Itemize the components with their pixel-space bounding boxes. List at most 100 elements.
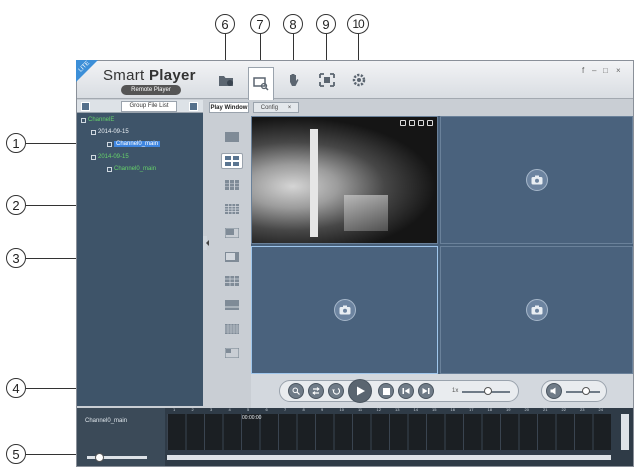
playback-button-group: 1x <box>279 379 519 403</box>
close-button[interactable]: × <box>616 66 621 75</box>
tree-node-channel-selected[interactable]: Channel0_main <box>107 141 161 147</box>
timeline-track[interactable] <box>167 414 611 450</box>
layout-25-button[interactable] <box>221 321 243 337</box>
tree-node-channel[interactable]: Channel0_main <box>107 166 156 172</box>
video-pane-1[interactable] <box>251 116 438 244</box>
minimize-button[interactable]: – <box>592 66 596 75</box>
timeline-tick-label: 10 <box>339 407 344 412</box>
reverse-icon <box>332 388 340 395</box>
file-list-header: Group File List <box>77 100 203 113</box>
pane-control-bar <box>400 120 433 126</box>
layout-25-icon <box>225 324 239 334</box>
timeline-tick-label: 9 <box>321 407 324 412</box>
open-folder-button[interactable] <box>213 68 239 92</box>
timeline-tick-label: 12 <box>376 407 381 412</box>
search-button[interactable] <box>288 383 304 399</box>
file-list-menu-button[interactable] <box>189 102 198 111</box>
tree-node-date[interactable]: 2014-09-15 <box>91 129 129 135</box>
timeline-tick-label: 20 <box>524 407 529 412</box>
layout-4-button[interactable] <box>221 153 243 169</box>
timeline-horizontal-scrollbar[interactable] <box>167 455 611 460</box>
video-pane-3[interactable] <box>251 246 438 374</box>
app-title-normal: Smart <box>103 67 149 84</box>
window-menu-button[interactable]: f <box>582 66 584 75</box>
tab-config[interactable]: Config × <box>253 102 299 113</box>
layout-16-icon <box>225 204 239 214</box>
panel-collapse-handle[interactable] <box>203 236 209 250</box>
snapshot-icon[interactable] <box>418 120 424 126</box>
split-layout-toolbar <box>221 119 247 369</box>
check-all-button[interactable] <box>81 102 90 111</box>
video-pane-4[interactable] <box>440 246 633 374</box>
audio-icon[interactable] <box>409 120 415 126</box>
layout-6-button[interactable] <box>221 225 243 241</box>
tab-play-window[interactable]: Play Window <box>209 102 249 113</box>
checkbox-icon[interactable] <box>107 141 112 147</box>
layout-13-button[interactable] <box>221 273 243 289</box>
tree-node-label: 2014-09-15 <box>98 129 129 135</box>
expand-icon[interactable] <box>91 154 96 160</box>
timeline-tick-label: 11 <box>358 407 363 412</box>
gesture-button[interactable] <box>281 68 307 92</box>
camera-placeholder-icon <box>525 299 548 321</box>
expand-icon[interactable] <box>81 117 86 123</box>
tree-node-device[interactable]: ChannelE <box>81 117 114 123</box>
speed-slider-handle[interactable] <box>484 387 492 395</box>
remote-player-button[interactable] <box>248 67 274 100</box>
timeline-tick-label: 4 <box>228 407 231 412</box>
layout-custom-button[interactable] <box>221 345 243 361</box>
layout-8-button[interactable] <box>221 249 243 265</box>
hand-icon <box>290 74 299 86</box>
fullscreen-button[interactable] <box>314 68 340 92</box>
timeline-tick-label: 22 <box>561 407 566 412</box>
play-button[interactable] <box>348 379 372 403</box>
timeline-tick-label: 17 <box>469 407 474 412</box>
timeline-tick-label: 14 <box>413 407 418 412</box>
timeline-tick-label: 5 <box>247 407 250 412</box>
smart-player-window: LITE Smart Player Remote Player f – □ × … <box>76 60 634 467</box>
timeline-vertical-scrollbar[interactable] <box>621 414 629 450</box>
settings-button[interactable] <box>346 68 372 92</box>
volume-control <box>541 380 607 402</box>
timeline-zoom-handle[interactable] <box>95 453 104 462</box>
timeline-tick-label: 21 <box>543 407 548 412</box>
sync-play-button[interactable] <box>308 383 324 399</box>
maximize-button[interactable]: □ <box>603 66 608 75</box>
step-forward-button[interactable] <box>418 383 434 399</box>
app-title: Smart Player <box>103 67 196 84</box>
gear-icon <box>352 73 366 87</box>
volume-slider-handle[interactable] <box>582 387 590 395</box>
play-icon <box>357 386 365 396</box>
timeline-tick-label: 13 <box>395 407 400 412</box>
expand-icon[interactable] <box>91 129 96 135</box>
callout-9: 9 <box>316 14 336 34</box>
callout-8: 8 <box>283 14 303 34</box>
stop-button[interactable] <box>378 383 394 399</box>
callout-2: 2 <box>6 195 26 215</box>
layout-9-button[interactable] <box>221 177 243 193</box>
checkbox-icon[interactable] <box>107 166 112 172</box>
tree-node-label: Channel0_main <box>114 166 157 172</box>
timeline-panel: Channel0_main 1 2 3 4 5 6 7 8 9 10 11 12 13 14 15 16 17 1… <box>77 407 633 466</box>
step-back-button[interactable] <box>398 383 414 399</box>
step-back-icon <box>402 388 410 394</box>
tree-node-date[interactable]: 2014-09-15 <box>91 154 129 160</box>
timeline-tick-label: 1 <box>173 407 176 412</box>
camera-image-door <box>310 129 318 237</box>
info-icon[interactable] <box>400 120 406 126</box>
callout-4: 4 <box>6 378 26 398</box>
mute-button[interactable] <box>546 383 562 399</box>
layout-16-button[interactable] <box>221 201 243 217</box>
close-pane-icon[interactable] <box>427 120 433 126</box>
fullscreen-icon <box>319 73 335 87</box>
tab-close-icon[interactable]: × <box>288 105 292 111</box>
group-file-list-button[interactable]: Group File List <box>121 101 177 112</box>
layout-1-button[interactable] <box>221 129 243 145</box>
title-bar: LITE Smart Player Remote Player f – □ × <box>76 60 633 100</box>
video-pane-2[interactable] <box>440 116 633 244</box>
timeline-tick-label: 2 <box>191 407 194 412</box>
app-subtitle: Remote Player <box>121 85 181 95</box>
reverse-play-button[interactable] <box>328 383 344 399</box>
layout-wide-button[interactable] <box>221 297 243 313</box>
search-icon <box>292 387 300 395</box>
